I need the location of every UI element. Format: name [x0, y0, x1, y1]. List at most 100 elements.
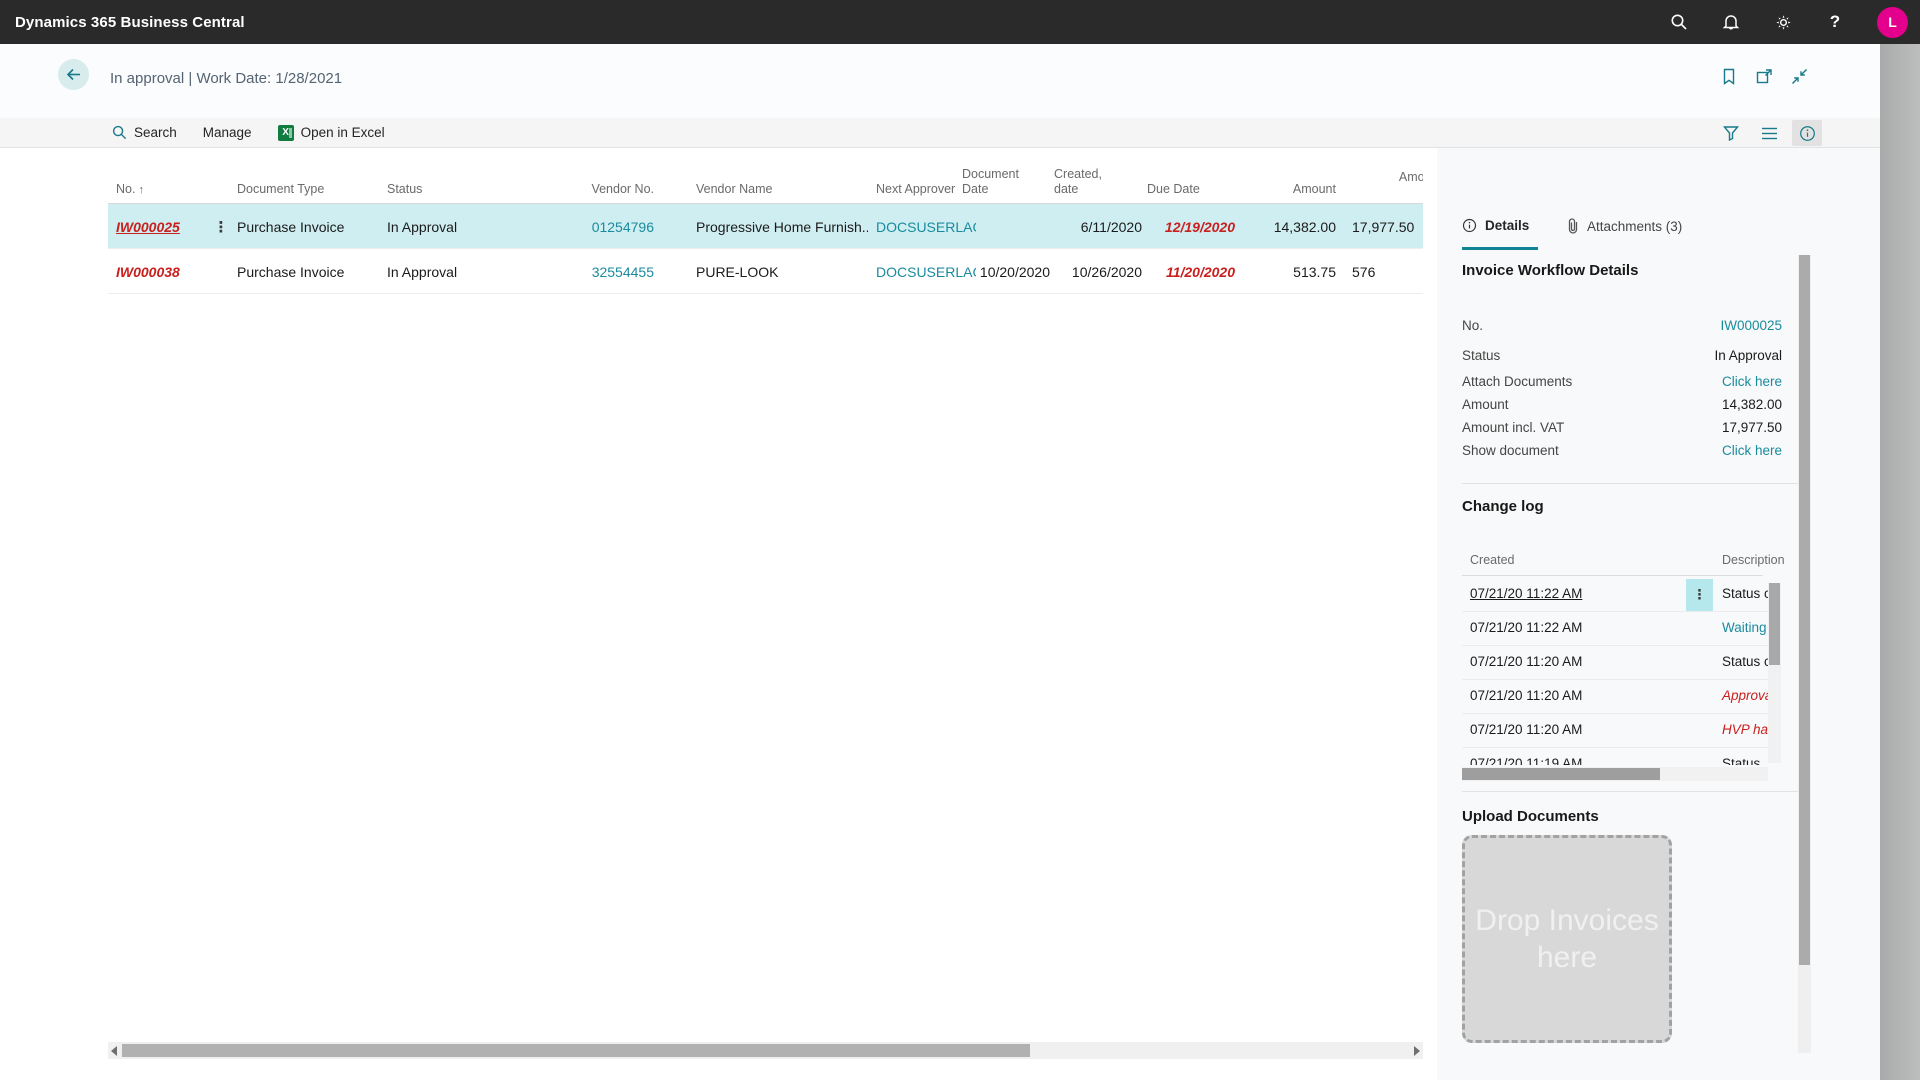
back-button[interactable] [58, 59, 89, 90]
factbox-vertical-scrollbar[interactable] [1798, 255, 1811, 1053]
vendor-name-cell: PURE-LOOK [696, 249, 868, 294]
column-header-amount-incl-vat[interactable]: Amount [1352, 170, 1423, 186]
changelog-horizontal-scrollbar[interactable] [1462, 767, 1768, 781]
next-approver-link[interactable]: DOCSUSERLAG [876, 204, 976, 249]
changelog-created: 07/21/20 11:20 AM [1470, 688, 1582, 703]
changelog-row[interactable]: 07/21/20 11:22 AM Waiting [1462, 612, 1770, 646]
changelog-row[interactable]: 07/21/20 11:22 AM ⋮ Status c [1462, 578, 1770, 612]
row-context-menu-icon[interactable]: ⋮ [1686, 579, 1713, 611]
changelog-row[interactable]: 07/21/20 11:20 AM Status c [1462, 646, 1770, 680]
scroll-left-icon[interactable] [111, 1046, 117, 1056]
column-header-document-date[interactable]: Document Date [962, 167, 1034, 198]
info-pane-toggle[interactable] [1792, 120, 1822, 146]
section-title-workflow-details: Invoice Workflow Details [1462, 262, 1638, 279]
page-header-actions [1721, 68, 1808, 85]
changelog-row[interactable]: 07/21/20 11:20 AM HVP ha [1462, 714, 1770, 748]
app-top-bar: Dynamics 365 Business Central ? L [0, 0, 1920, 44]
search-button[interactable]: Search [112, 125, 177, 140]
scrollbar-thumb[interactable] [1462, 768, 1660, 780]
tab-details[interactable]: Details [1462, 218, 1529, 233]
changelog-description: HVP ha [1722, 722, 1768, 737]
view-controls [1716, 118, 1822, 148]
changelog-description-link[interactable]: Waiting [1722, 620, 1767, 635]
filter-icon[interactable] [1716, 120, 1746, 146]
list-page-card: In approval | Work Date: 1/28/2021 Searc… [0, 44, 1880, 1080]
table-horizontal-scrollbar[interactable] [108, 1042, 1423, 1059]
invoice-no-link[interactable]: IW000025 [116, 204, 226, 249]
manage-button[interactable]: Manage [203, 125, 252, 140]
collapse-icon[interactable] [1791, 68, 1808, 85]
tab-details-label: Details [1485, 218, 1529, 233]
column-header-due-date[interactable]: Due Date [1147, 182, 1219, 198]
open-in-new-window-icon[interactable] [1756, 68, 1773, 85]
search-label: Search [134, 125, 177, 140]
column-header-status[interactable]: Status [387, 182, 557, 198]
show-document-link[interactable]: Click here [1722, 443, 1782, 458]
table-row[interactable]: IW000025 ⋮ Purchase Invoice In Approval … [108, 204, 1423, 249]
field-row: Attach Documents Click here [1462, 370, 1782, 393]
column-header-amount[interactable]: Amount [1240, 182, 1336, 198]
next-approver-link[interactable]: DOCSUSERLAG [876, 249, 976, 294]
manage-label: Manage [203, 125, 252, 140]
field-row: Show document Click here [1462, 439, 1782, 462]
user-avatar[interactable]: L [1877, 7, 1908, 38]
changelog-description: Status c [1722, 586, 1770, 601]
due-date-cell: 11/20/2020 [1147, 249, 1235, 294]
scrollbar-thumb[interactable] [122, 1044, 1030, 1057]
changelog-created: 07/21/20 11:20 AM [1470, 654, 1582, 669]
open-in-excel-label: Open in Excel [301, 125, 385, 140]
amount-cell: 14,382.00 [1240, 204, 1336, 249]
column-header-vendor-no[interactable]: Vendor No. [560, 182, 654, 198]
field-label: Attach Documents [1462, 374, 1572, 389]
changelog-vertical-scrollbar[interactable] [1768, 583, 1781, 763]
top-bar-actions: ? L [1669, 0, 1908, 44]
attach-documents-link[interactable]: Click here [1722, 374, 1782, 389]
column-header-created-date[interactable]: Created, date [1054, 167, 1126, 198]
amount-cell: 513.75 [1240, 249, 1336, 294]
open-in-excel-button[interactable]: Open in Excel [278, 125, 385, 141]
page-header: In approval | Work Date: 1/28/2021 [0, 44, 1880, 118]
changelog-row[interactable]: 07/21/20 11:19 AM Status [1462, 748, 1770, 765]
drop-invoices-dropzone[interactable]: Drop Invoices here [1462, 835, 1672, 1043]
info-icon [1462, 218, 1477, 233]
field-value: 17,977.50 [1722, 420, 1782, 435]
column-header-document-type[interactable]: Document Type [237, 182, 382, 198]
vendor-no-link[interactable]: 01254796 [560, 204, 654, 249]
help-icon[interactable]: ? [1825, 12, 1845, 32]
bookmark-icon[interactable] [1721, 68, 1738, 85]
paperclip-icon [1567, 218, 1579, 234]
search-icon [112, 125, 127, 140]
search-icon[interactable] [1669, 12, 1689, 32]
list-view-icon[interactable] [1754, 120, 1784, 146]
scrollbar-thumb[interactable] [1769, 583, 1780, 665]
changelog-created[interactable]: 07/21/20 11:22 AM [1470, 586, 1582, 601]
field-label: Show document [1462, 443, 1559, 458]
column-header-no[interactable]: No.↑ [116, 182, 226, 198]
row-context-menu-icon[interactable]: ⋮ [211, 204, 231, 249]
page-backdrop [1880, 44, 1920, 1080]
invoice-no-link[interactable]: IW000025 [1720, 318, 1782, 333]
invoice-no-link[interactable]: IW000038 [116, 249, 226, 294]
table-row[interactable]: IW000038 Purchase Invoice In Approval 32… [108, 249, 1423, 294]
field-row: Amount incl. VAT 17,977.50 [1462, 416, 1782, 439]
notifications-bell-icon[interactable] [1721, 12, 1741, 32]
changelog-row[interactable]: 07/21/20 11:20 AM Approva [1462, 680, 1770, 714]
excel-icon [278, 125, 294, 141]
tab-attachments[interactable]: Attachments (3) [1567, 218, 1682, 234]
field-label: No. [1462, 318, 1483, 333]
amount-incl-vat-cell: 576 [1352, 249, 1423, 294]
settings-gear-icon[interactable] [1773, 12, 1793, 32]
column-header-next-approver[interactable]: Next Approver [876, 182, 976, 198]
changelog-header-created[interactable]: Created [1470, 553, 1514, 567]
field-row: Status In Approval [1462, 340, 1782, 370]
vendor-no-link[interactable]: 32554455 [560, 249, 654, 294]
section-divider [1462, 483, 1800, 484]
scroll-right-icon[interactable] [1414, 1046, 1420, 1056]
app-title: Dynamics 365 Business Central [0, 14, 245, 31]
column-header-vendor-name[interactable]: Vendor Name [696, 182, 868, 198]
vendor-name-cell: Progressive Home Furnish... [696, 204, 868, 249]
scrollbar-thumb[interactable] [1799, 255, 1810, 965]
document-type-cell: Purchase Invoice [237, 204, 382, 249]
changelog-header-description[interactable]: Description [1722, 553, 1785, 567]
field-row: Amount 14,382.00 [1462, 393, 1782, 416]
